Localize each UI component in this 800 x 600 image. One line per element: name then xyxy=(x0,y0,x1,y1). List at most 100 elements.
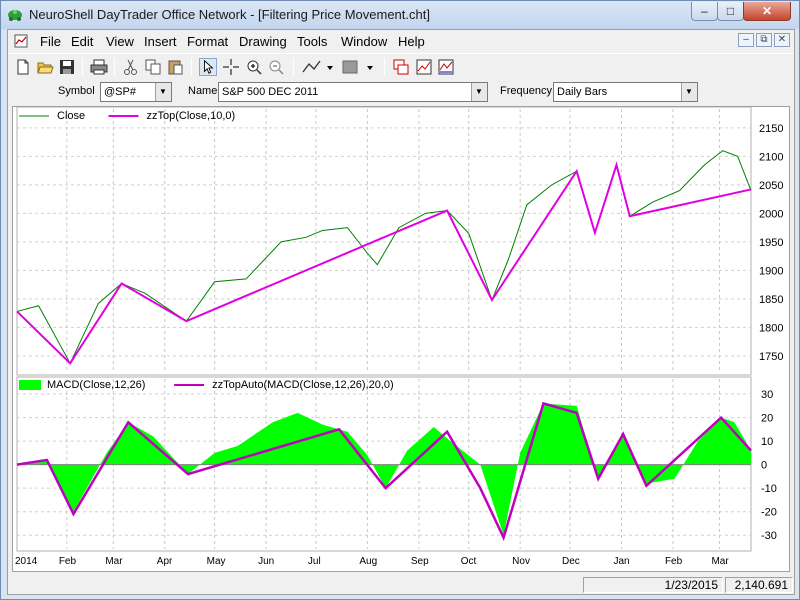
macd-y-tick-label: 10 xyxy=(761,436,773,448)
toolbar-separator xyxy=(114,58,115,76)
x-tick-label: Mar xyxy=(105,556,123,567)
x-tick-label: Dec xyxy=(562,556,580,567)
x-tick-label: Oct xyxy=(461,556,477,567)
toolbar xyxy=(8,53,794,79)
menu-drawing[interactable]: Drawing xyxy=(239,34,287,49)
chevron-down-icon[interactable]: ▼ xyxy=(471,83,487,101)
frequency-value: Daily Bars xyxy=(557,86,608,98)
macd-y-tick-label: -10 xyxy=(761,483,777,495)
legend-label: MACD(Close,12,26) xyxy=(47,379,145,391)
fill-pattern-icon[interactable] xyxy=(341,58,377,76)
menu-bar: File Edit View Insert Format Drawing Too… xyxy=(8,30,794,52)
chart-canvas[interactable]: 2014 Feb Mar Apr May Jun Jul Aug Sep Oct Nov Dec Jan… xyxy=(13,106,789,571)
menu-format[interactable]: Format xyxy=(187,34,228,49)
maximize-icon: □ xyxy=(726,4,735,18)
symbol-label: Symbol xyxy=(58,85,95,97)
cut-icon[interactable] xyxy=(122,58,140,76)
price-pane-frame xyxy=(16,106,752,376)
paste-icon[interactable] xyxy=(166,58,184,76)
price-y-tick-label: 1750 xyxy=(759,351,783,363)
price-y-tick-label: 2100 xyxy=(759,151,783,163)
menu-help[interactable]: Help xyxy=(398,34,425,49)
status-date: 1/23/2015 xyxy=(583,577,723,593)
menu-edit[interactable]: Edit xyxy=(71,34,93,49)
toolbar-separator xyxy=(293,58,294,76)
window-title: NeuroShell DayTrader Office Network - [F… xyxy=(29,7,430,22)
price-y-tick-label: 2000 xyxy=(759,208,783,220)
symbol-value: @SP# xyxy=(104,86,136,98)
price-y-tick-label: 1950 xyxy=(759,237,783,249)
x-tick-label: Jun xyxy=(258,556,274,567)
price-y-tick-label: 1850 xyxy=(759,294,783,306)
mdi-minimize-button[interactable]: – xyxy=(738,33,754,47)
toolbar-separator xyxy=(384,58,385,76)
frequency-combo[interactable]: Daily Bars ▼ xyxy=(553,82,698,102)
open-icon[interactable] xyxy=(36,58,54,76)
copy-icon[interactable] xyxy=(144,58,162,76)
application-window: NeuroShell DayTrader Office Network - [F… xyxy=(0,0,800,600)
document-icon[interactable] xyxy=(14,34,28,48)
x-tick-label: Apr xyxy=(157,556,173,567)
symbol-bar: Symbol @SP# ▼ Name S&P 500 DEC 2011 ▼ Fr… xyxy=(8,80,794,104)
chart-window-icon[interactable] xyxy=(392,58,410,76)
macd-y-tick-label: 30 xyxy=(761,389,773,401)
macd-y-tick-label: 0 xyxy=(761,460,767,472)
price-y-tick-label: 1800 xyxy=(759,322,783,334)
status-bar: 1/23/2015 2,140.691 xyxy=(8,576,794,594)
pointer-icon[interactable] xyxy=(199,58,217,76)
x-tick-label: Jul xyxy=(308,556,321,567)
x-tick-label: Nov xyxy=(512,556,530,567)
menu-window[interactable]: Window xyxy=(341,34,387,49)
legend-label: Close xyxy=(57,110,85,122)
maximize-button[interactable]: □ xyxy=(717,2,744,21)
x-tick-label: May xyxy=(207,556,226,567)
mdi-close-button[interactable]: ✕ xyxy=(774,33,790,47)
menu-insert[interactable]: Insert xyxy=(144,34,177,49)
toolbar-separator xyxy=(82,58,83,76)
frequency-label: Frequency xyxy=(500,85,552,97)
line-tool-icon[interactable] xyxy=(301,58,335,76)
x-tick-label: Aug xyxy=(359,556,377,567)
legend-label: zzTopAuto(MACD(Close,12,26),20,0) xyxy=(212,379,394,391)
price-y-tick-label: 2050 xyxy=(759,180,783,192)
chart-insert-icon[interactable] xyxy=(437,58,455,76)
menu-file[interactable]: File xyxy=(40,34,61,49)
legend-label: zzTop(Close,10,0) xyxy=(147,110,236,122)
app-logo-icon xyxy=(8,10,22,21)
name-combo[interactable]: S&P 500 DEC 2011 ▼ xyxy=(218,82,488,102)
x-tick-label: Feb xyxy=(59,556,77,567)
save-icon[interactable] xyxy=(58,58,76,76)
legend-swatch xyxy=(19,380,41,390)
x-tick-label: Mar xyxy=(711,556,729,567)
close-button[interactable]: ✕ xyxy=(743,2,791,21)
x-tick-label: Feb xyxy=(665,556,683,567)
x-tick-label: Jan xyxy=(613,556,629,567)
menu-tools[interactable]: Tools xyxy=(297,34,327,49)
chart-area[interactable]: 2014 Feb Mar Apr May Jun Jul Aug Sep Oct Nov Dec Jan… xyxy=(12,106,790,572)
zoom-out-icon[interactable] xyxy=(267,58,285,76)
print-icon[interactable] xyxy=(90,58,108,76)
price-y-tick-label: 2150 xyxy=(759,123,783,135)
name-label: Name xyxy=(188,85,218,97)
x-tick-label: Sep xyxy=(411,556,429,567)
crosshair-icon[interactable] xyxy=(222,58,240,76)
mdi-restore-button[interactable]: ⧉ xyxy=(756,33,772,47)
minimize-button[interactable]: – xyxy=(691,2,718,21)
zoom-in-icon[interactable] xyxy=(245,58,263,76)
macd-y-tick-label: 20 xyxy=(761,413,773,425)
close-icon: ✕ xyxy=(761,4,773,18)
chevron-down-icon[interactable]: ▼ xyxy=(681,83,697,101)
macd-y-tick-label: -30 xyxy=(761,530,777,542)
menu-view[interactable]: View xyxy=(106,34,134,49)
chart-properties-icon[interactable] xyxy=(415,58,433,76)
toolbar-separator xyxy=(191,58,192,76)
macd-y-tick-label: -20 xyxy=(761,507,777,519)
document-area: File Edit View Insert Format Drawing Too… xyxy=(7,29,795,595)
minimize-icon: – xyxy=(701,4,708,18)
chevron-down-icon[interactable]: ▼ xyxy=(155,83,171,101)
symbol-combo[interactable]: @SP# ▼ xyxy=(100,82,172,102)
title-bar[interactable]: NeuroShell DayTrader Office Network - [F… xyxy=(1,1,799,29)
price-y-tick-label: 1900 xyxy=(759,265,783,277)
status-value: 2,140.691 xyxy=(725,577,793,593)
new-icon[interactable] xyxy=(14,58,32,76)
